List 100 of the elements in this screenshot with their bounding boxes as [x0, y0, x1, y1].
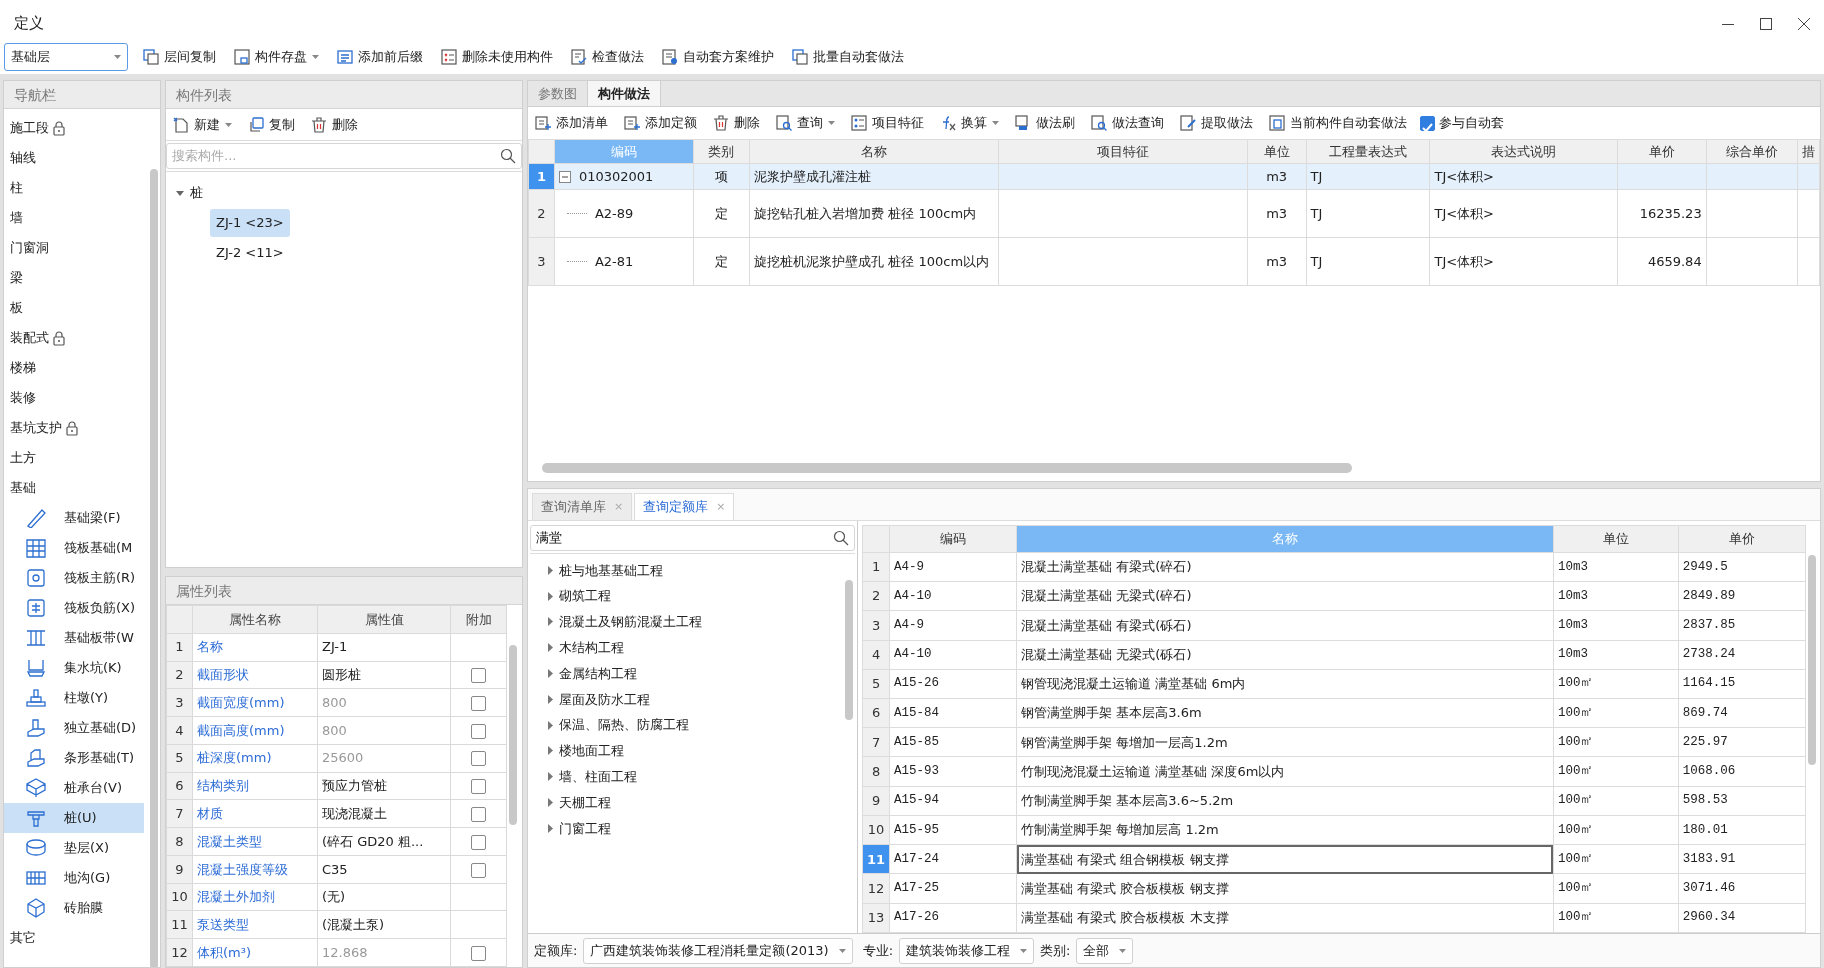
checkbox[interactable]	[471, 834, 486, 850]
toolbar-button[interactable]: 当前构件自动套做法	[1266, 111, 1410, 135]
nav-item[interactable]: 板	[10, 298, 23, 318]
toolbar-button[interactable]: 删除	[710, 111, 763, 135]
nav-item[interactable]: 基坑支护	[10, 418, 78, 438]
nav-item[interactable]: 筏板基础(M	[4, 533, 144, 563]
nav-item[interactable]: 筏板主筋(R)	[4, 563, 144, 593]
toolbar-button[interactable]: 添加前后缀	[334, 45, 426, 69]
expand-arrow-icon[interactable]	[548, 823, 553, 833]
expand-arrow-icon[interactable]	[548, 746, 553, 756]
tree-item[interactable]: 金属结构工程	[559, 663, 637, 684]
expand-arrow-icon[interactable]	[548, 643, 553, 653]
nav-item[interactable]: 其它	[10, 928, 36, 948]
toolbar-button[interactable]: 添加清单	[532, 111, 611, 135]
collapse-icon[interactable]	[558, 170, 571, 183]
property-value[interactable]: 预应力管桩	[317, 772, 451, 800]
column-header[interactable]: 措	[1797, 139, 1820, 164]
property-value[interactable]: C35	[317, 855, 451, 884]
column-header[interactable]: 表达式说明	[1429, 139, 1618, 164]
nav-item[interactable]: 筏板负筋(X)	[4, 593, 144, 623]
tree-item[interactable]: 桩与地基基础工程	[559, 560, 663, 581]
toolbar-button[interactable]: 检查做法	[568, 45, 647, 69]
nav-item[interactable]: 桩承台(V)	[4, 773, 144, 803]
tree-item[interactable]: 门窗工程	[559, 818, 611, 839]
tree-item[interactable]: 楼地面工程	[559, 741, 624, 761]
nav-item[interactable]: 基础梁(F)	[4, 503, 144, 533]
column-header[interactable]: 工程量表达式	[1306, 139, 1430, 164]
nav-item[interactable]: 独立基础(D)	[4, 713, 144, 743]
floor-dropdown[interactable]: 基础层	[4, 43, 128, 71]
search-field[interactable]: 搜索构件...	[166, 143, 522, 169]
nav-item[interactable]: 基础	[10, 478, 36, 498]
expand-arrow-icon[interactable]	[176, 189, 184, 197]
toolbar-button[interactable]: 做法查询	[1088, 111, 1167, 135]
toolbar-button[interactable]: 复制	[245, 112, 298, 137]
checkbox[interactable]	[471, 862, 486, 878]
checkbox[interactable]	[471, 807, 486, 822]
tab[interactable]: 查询定额库 ×	[634, 493, 735, 520]
column-header[interactable]: 综合单价	[1706, 139, 1798, 164]
dropdown[interactable]: 全部	[1076, 937, 1134, 964]
toolbar-button[interactable]: 换算	[937, 111, 1002, 135]
column-header[interactable]: 编码	[889, 525, 1017, 553]
nav-item[interactable]: 桩(U)	[4, 803, 144, 833]
nav-item[interactable]: 砖胎膜	[4, 893, 144, 923]
nav-item[interactable]: 基础板带(W	[4, 623, 144, 653]
column-header[interactable]: 项目特征	[998, 139, 1248, 164]
toolbar-button[interactable]: 删除未使用构件	[438, 45, 556, 69]
nav-item[interactable]: 墙	[10, 208, 23, 228]
nav-item[interactable]: 楼梯	[10, 358, 36, 378]
toolbar-button[interactable]: 提取做法	[1177, 111, 1256, 135]
scrollbar[interactable]	[509, 645, 517, 825]
expand-arrow-icon[interactable]	[548, 720, 553, 730]
expand-arrow-icon[interactable]	[548, 565, 553, 575]
scrollbar[interactable]	[845, 579, 853, 720]
property-value[interactable]: (无)	[317, 883, 451, 911]
tree-item[interactable]: 天棚工程	[559, 792, 611, 813]
expand-arrow-icon[interactable]	[548, 617, 553, 627]
column-header[interactable]: 单位	[1553, 525, 1679, 553]
toolbar-button[interactable]: 构件存盘	[231, 45, 322, 69]
tree-item[interactable]: 混凝土及钢筋混凝土工程	[559, 612, 702, 632]
checkbox[interactable]	[471, 779, 486, 795]
nav-item[interactable]: 轴线	[10, 148, 36, 168]
scrollbar[interactable]	[150, 169, 158, 967]
toolbar-button[interactable]: 删除	[308, 112, 361, 137]
dropdown[interactable]: 广西建筑装饰装修工程消耗量定额(2013)	[583, 937, 853, 964]
toolbar-button[interactable]: 项目特征	[848, 111, 927, 135]
tree-item[interactable]: 屋面及防水工程	[559, 689, 650, 710]
expand-arrow-icon[interactable]	[548, 694, 553, 704]
nav-item[interactable]: 地沟(G)	[4, 863, 144, 893]
checkbox[interactable]	[1420, 115, 1435, 131]
nav-item[interactable]: 集水坑(K)	[4, 653, 144, 683]
column-header[interactable]: 类别	[693, 139, 750, 164]
property-value[interactable]: (混凝土泵)	[317, 910, 451, 939]
checkbox[interactable]	[471, 723, 486, 739]
tree-item[interactable]: 墙、柱面工程	[559, 767, 637, 787]
search-field[interactable]: 满堂	[530, 524, 855, 551]
nav-item[interactable]: 条形基础(T)	[4, 743, 144, 773]
nav-item[interactable]: 柱墩(Y)	[4, 683, 144, 713]
nav-item[interactable]: 土方	[10, 448, 36, 468]
expand-arrow-icon[interactable]	[548, 772, 553, 782]
nav-item[interactable]: 施工段	[10, 118, 65, 138]
maximize-icon[interactable]	[1760, 18, 1772, 30]
checkbox[interactable]	[471, 751, 486, 767]
tab[interactable]: 查询清单库 ×	[532, 493, 633, 520]
property-value[interactable]: ZJ-1	[317, 633, 451, 662]
column-header[interactable]: 单位	[1247, 139, 1306, 164]
tree-item[interactable]: 桩	[190, 183, 203, 203]
scrollbar[interactable]	[1808, 554, 1817, 765]
tree-item[interactable]: ZJ-2 <11>	[210, 239, 290, 267]
property-value[interactable]: (碎石 GD20 粗...	[317, 827, 451, 856]
tab[interactable]: 构件做法	[588, 81, 661, 106]
toolbar-button[interactable]: 做法刷	[1012, 111, 1078, 135]
minimize-icon[interactable]	[1722, 23, 1734, 25]
nav-item[interactable]: 装修	[10, 388, 36, 408]
toolbar-button[interactable]: 新建	[170, 112, 235, 137]
expand-arrow-icon[interactable]	[548, 591, 553, 601]
property-value[interactable]: 现浇混凝土	[317, 799, 451, 828]
nav-item[interactable]: 垫层(X)	[4, 833, 144, 863]
tree-item[interactable]: 木结构工程	[559, 638, 624, 658]
toolbar-button[interactable]: 自动套方案维护	[659, 45, 777, 69]
column-header[interactable]: 单价	[1678, 525, 1806, 553]
